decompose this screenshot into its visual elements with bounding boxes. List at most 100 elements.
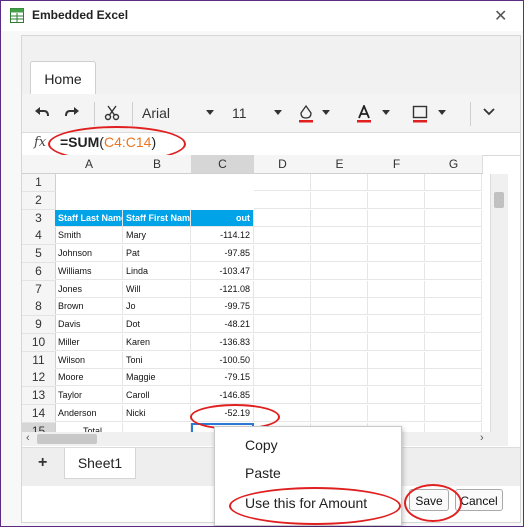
table-cell[interactable]: Anderson (55, 404, 123, 422)
table-cell[interactable]: Caroll (123, 387, 191, 404)
table-cell[interactable] (311, 174, 368, 191)
add-sheet-button[interactable]: + (38, 454, 47, 472)
table-cell[interactable] (368, 298, 425, 316)
column-header-g[interactable]: G (425, 155, 483, 174)
table-cell[interactable] (368, 387, 425, 404)
table-cell[interactable]: -100.50 (191, 351, 254, 369)
cut-icon[interactable] (104, 94, 124, 132)
table-cell[interactable] (368, 333, 425, 351)
table-cell[interactable]: -97.85 (191, 245, 254, 262)
table-cell[interactable]: Brown (55, 298, 123, 316)
table-cell[interactable]: -99.75 (191, 298, 254, 316)
vertical-scrollbar[interactable] (490, 174, 508, 446)
table-cell[interactable]: Nicki (123, 404, 191, 422)
table-cell[interactable] (425, 404, 482, 422)
table-cell[interactable] (254, 245, 311, 262)
row-header-5[interactable]: 5 (22, 245, 56, 263)
table-cell[interactable] (425, 351, 482, 369)
tab-sheet1[interactable]: Sheet1 (64, 448, 136, 479)
row-header-11[interactable]: 11 (22, 351, 56, 370)
table-cell[interactable] (254, 404, 311, 422)
table-cell[interactable] (254, 227, 311, 245)
row-header-7[interactable]: 7 (22, 280, 56, 299)
row-header-6[interactable]: 6 (22, 262, 56, 281)
formula-text[interactable]: =SUM(C4:C14) (60, 134, 156, 150)
scroll-left-icon[interactable]: ‹ (26, 432, 30, 444)
table-cell[interactable]: Taylor (55, 387, 123, 404)
table-cell[interactable]: Jo (123, 298, 191, 316)
redo-icon[interactable] (64, 94, 84, 132)
table-cell[interactable]: Miller (55, 333, 123, 351)
row-header-2[interactable]: 2 (22, 191, 56, 210)
table-cell[interactable] (311, 245, 368, 262)
row-header-8[interactable]: 8 (22, 298, 56, 317)
menu-item-use-for-amount[interactable]: Use this for Amount (245, 495, 367, 511)
font-color-icon[interactable] (356, 94, 376, 132)
table-cell[interactable] (425, 262, 482, 280)
table-cell[interactable] (425, 387, 482, 404)
row-header-14[interactable]: 14 (22, 404, 56, 423)
table-cell[interactable] (254, 333, 311, 351)
fill-color-dropdown-icon[interactable] (322, 110, 330, 115)
table-cell[interactable]: Williams (55, 262, 123, 280)
table-cell[interactable] (368, 262, 425, 280)
table-cell[interactable] (311, 351, 368, 369)
table-cell[interactable] (425, 245, 482, 262)
table-cell[interactable]: Moore (55, 369, 123, 387)
row-header-1[interactable]: 1 (22, 174, 56, 192)
formula-bar[interactable]: fx =SUM(C4:C14) (22, 133, 520, 156)
tab-home[interactable]: Home (30, 61, 96, 96)
table-cell[interactable] (368, 191, 425, 209)
vertical-scroll-thumb[interactable] (494, 192, 504, 208)
row-header-4[interactable]: 4 (22, 227, 56, 246)
table-cell[interactable] (368, 351, 425, 369)
table-cell[interactable]: Johnson (55, 245, 123, 262)
table-cell[interactable] (254, 262, 311, 280)
table-cell[interactable]: Davis (55, 316, 123, 333)
column-header-f[interactable]: F (368, 155, 426, 174)
table-cell[interactable] (311, 298, 368, 316)
table-cell[interactable] (254, 316, 311, 333)
table-cell[interactable] (425, 209, 482, 227)
table-cell[interactable] (311, 262, 368, 280)
table-cell[interactable] (425, 174, 482, 191)
table-cell[interactable] (311, 404, 368, 422)
table-cell[interactable]: -136.83 (191, 333, 254, 351)
table-cell[interactable] (425, 333, 482, 351)
table-cell[interactable]: -114.12 (191, 227, 254, 245)
table-cell[interactable] (311, 209, 368, 227)
cancel-button[interactable]: Cancel (455, 489, 503, 511)
column-header-e[interactable]: E (311, 155, 369, 174)
table-cell[interactable]: -52.19 (191, 404, 254, 422)
table-cell[interactable] (311, 333, 368, 351)
table-cell[interactable]: -103.47 (191, 262, 254, 280)
font-color-dropdown-icon[interactable] (382, 110, 390, 115)
table-cell[interactable]: -79.15 (191, 369, 254, 387)
table-cell[interactable] (254, 191, 311, 209)
table-cell[interactable] (368, 280, 425, 298)
font-name-select[interactable]: Arial (142, 94, 212, 132)
table-cell[interactable] (311, 369, 368, 387)
row-header-10[interactable]: 10 (22, 333, 56, 352)
save-button[interactable]: Save (409, 489, 449, 511)
column-header-d[interactable]: D (254, 155, 312, 174)
header-cell[interactable]: Staff First Name (123, 209, 191, 227)
table-cell[interactable] (254, 387, 311, 404)
table-cell[interactable]: Dot (123, 316, 191, 333)
table-cell[interactable] (254, 280, 311, 298)
row-header-12[interactable]: 12 (22, 369, 56, 388)
table-cell[interactable]: Karen (123, 333, 191, 351)
column-header-b[interactable]: B (123, 155, 192, 174)
fill-color-icon[interactable] (298, 94, 318, 132)
table-cell[interactable]: Pat (123, 245, 191, 262)
table-cell[interactable] (368, 174, 425, 191)
table-cell[interactable] (425, 369, 482, 387)
table-cell[interactable] (425, 298, 482, 316)
table-cell[interactable] (254, 209, 311, 227)
font-size-select[interactable]: 11 (232, 94, 262, 132)
table-cell[interactable]: Wilson (55, 351, 123, 369)
table-cell[interactable] (368, 316, 425, 333)
table-cell[interactable] (311, 227, 368, 245)
table-cell[interactable]: -121.08 (191, 280, 254, 298)
table-cell[interactable] (254, 298, 311, 316)
